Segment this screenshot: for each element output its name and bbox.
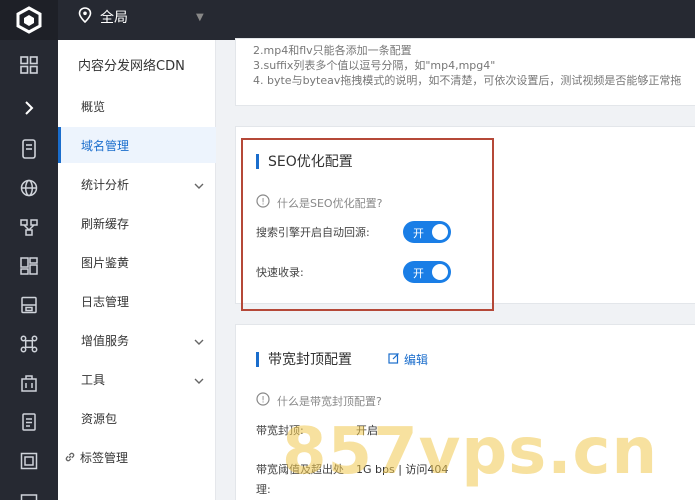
auto-origin-label: 搜索引擎开启自动回源:	[256, 226, 370, 239]
grid-icon[interactable]	[17, 53, 41, 77]
help-text: 什么是SEO优化配置?	[277, 196, 383, 210]
main-content: 2.mp4和flv只能各添加一条配置 3.suffix列表多个值以逗号分隔，如"…	[216, 38, 695, 500]
help-circle-icon: !	[256, 194, 270, 211]
location-pin-icon	[78, 7, 92, 27]
fast-indexing-label: 快速收录:	[256, 266, 304, 279]
link-icon	[64, 451, 76, 463]
globe-icon[interactable]	[17, 176, 41, 200]
database-icon[interactable]	[17, 293, 41, 317]
network-icon[interactable]	[17, 215, 41, 239]
image-icon[interactable]	[17, 449, 41, 473]
region-selector[interactable]: 全局 ▼	[78, 0, 204, 34]
sidebar-title: 内容分发网络CDN	[78, 59, 185, 74]
sidebar-item-tag-management[interactable]: 标签管理	[58, 439, 216, 475]
region-label: 全局	[100, 10, 128, 26]
threshold-label: 带宽阈值及超出处	[256, 463, 344, 476]
dashboard-icon[interactable]	[17, 254, 41, 278]
sidebar-item-label: 工具	[81, 372, 106, 387]
sidebar-item-tools[interactable]: 工具	[58, 361, 216, 397]
sidebar-item-label: 域名管理	[81, 138, 130, 153]
help-circle-icon: !	[256, 392, 270, 409]
toggle-label: 开	[413, 267, 424, 280]
sidebar-item-label: 刷新缓存	[81, 216, 130, 231]
note-line: 3.suffix列表多个值以逗号分隔，如"mp4,mpg4"	[253, 59, 496, 72]
section-title-text: SEO优化配置	[268, 154, 353, 170]
seo-config-card: SEO优化配置 ! 什么是SEO优化配置? 搜索引擎开启自动回源: 开 快速收录…	[235, 126, 695, 304]
note-line: 2.mp4和flv只能各添加一条配置	[253, 44, 412, 57]
icon-rail	[0, 40, 58, 500]
auto-origin-toggle[interactable]: 开	[403, 221, 451, 243]
sidebar-item-label: 标签管理	[80, 450, 129, 465]
sidebar-item-overview[interactable]: 概览	[58, 88, 216, 124]
bandwidth-help-link[interactable]: ! 什么是带宽封顶配置?	[256, 392, 382, 409]
sidebar-item-refresh-cache[interactable]: 刷新缓存	[58, 205, 216, 241]
sidebar-item-statistics[interactable]: 统计分析	[58, 166, 216, 202]
chevron-down-icon	[194, 374, 204, 388]
bandwidth-cap-label: 带宽封顶:	[256, 424, 304, 437]
sidebar-item-log-management[interactable]: 日志管理	[58, 283, 216, 319]
sidebar-item-label: 增值服务	[81, 333, 130, 348]
sidebar: 内容分发网络CDN 概览 域名管理 统计分析 刷新缓存 图片鉴黄 日志管理 增值…	[58, 40, 216, 500]
svg-text:!: !	[261, 395, 265, 405]
chevron-down-icon	[194, 179, 204, 193]
bandwidth-cap-card: 带宽封顶配置 编辑 ! 什么是带宽封顶配置? 带宽封顶: 开启 带宽阈值及超出处…	[235, 324, 695, 500]
more-icon[interactable]	[17, 488, 41, 500]
svg-text:!: !	[261, 197, 265, 207]
toggle-knob	[432, 224, 448, 240]
threshold-value: 1G bps | 访问404	[356, 463, 449, 476]
note-line: 4. byte与byteav拖拽模式的说明，如不清楚，可依次设置后，测试视频是否…	[253, 74, 682, 87]
sidebar-item-label: 图片鉴黄	[81, 255, 130, 270]
sidebar-item-label: 资源包	[81, 411, 118, 426]
sidebar-item-label: 统计分析	[81, 177, 130, 192]
notes-card: 2.mp4和flv只能各添加一条配置 3.suffix列表多个值以逗号分隔，如"…	[235, 38, 695, 106]
sidebar-item-resource-package[interactable]: 资源包	[58, 400, 216, 436]
edit-label: 编辑	[404, 353, 429, 367]
toggle-knob	[432, 264, 448, 280]
top-bar: 全局 ▼	[0, 0, 695, 40]
chevron-down-icon	[194, 335, 204, 349]
bandwidth-section-title: 带宽封顶配置	[256, 349, 352, 369]
edit-icon	[388, 352, 400, 367]
fast-indexing-toggle[interactable]: 开	[403, 261, 451, 283]
section-accent-bar	[256, 351, 259, 367]
seo-section-title: SEO优化配置	[256, 151, 353, 171]
sidebar-item-label: 概览	[81, 99, 106, 114]
cube-logo-icon[interactable]	[0, 0, 58, 40]
threshold-label-cont: 理:	[256, 483, 271, 496]
sidebar-item-label: 日志管理	[81, 294, 130, 309]
cluster-icon[interactable]	[17, 332, 41, 356]
help-text: 什么是带宽封顶配置?	[277, 394, 382, 408]
chevron-right-icon[interactable]	[17, 96, 41, 120]
building-icon[interactable]	[17, 371, 41, 395]
server-icon[interactable]	[17, 137, 41, 161]
sidebar-item-domain-management[interactable]: 域名管理	[58, 127, 216, 163]
section-title-text: 带宽封顶配置	[268, 352, 352, 368]
toggle-label: 开	[413, 227, 424, 240]
bandwidth-cap-value: 开启	[356, 424, 378, 437]
sidebar-item-image-moderation[interactable]: 图片鉴黄	[58, 244, 216, 280]
sidebar-item-value-added-services[interactable]: 增值服务	[58, 322, 216, 358]
document-icon[interactable]	[17, 410, 41, 434]
chevron-down-icon: ▼	[196, 11, 204, 23]
section-accent-bar	[256, 153, 259, 169]
edit-button[interactable]: 编辑	[388, 351, 428, 368]
seo-help-link[interactable]: ! 什么是SEO优化配置?	[256, 194, 382, 211]
